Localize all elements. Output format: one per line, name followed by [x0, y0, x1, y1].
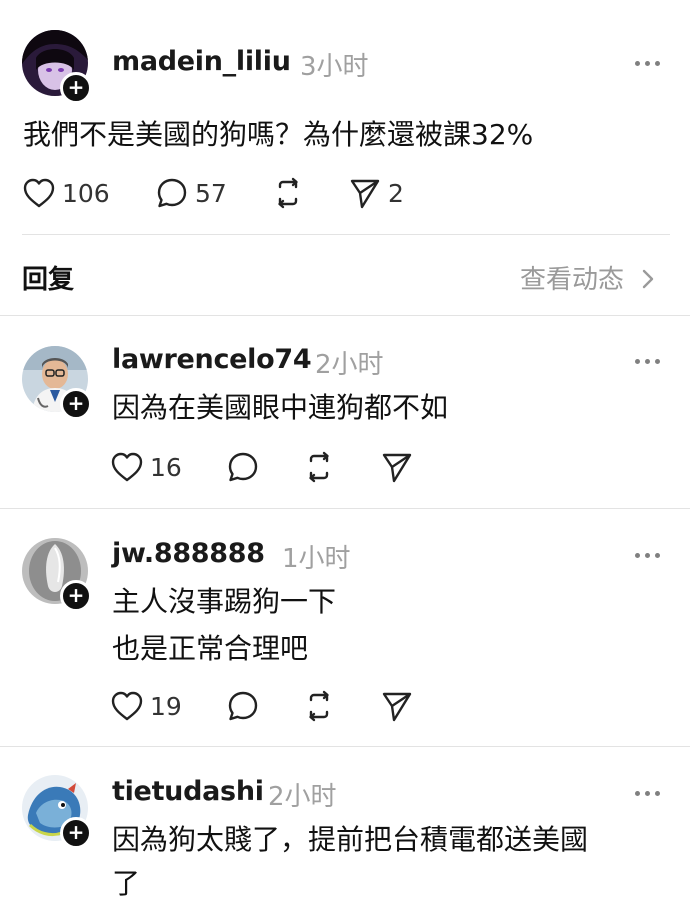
comment-icon — [228, 452, 258, 482]
heart-icon — [111, 691, 143, 721]
send-icon — [382, 692, 412, 722]
send-button[interactable] — [380, 686, 414, 726]
reply-timestamp: 1小时 — [282, 544, 351, 574]
reply-username[interactable]: lawrencelo74 — [112, 344, 312, 375]
heart-icon — [111, 452, 143, 482]
post-username[interactable]: madein_liliu — [112, 46, 291, 77]
comment-icon — [157, 178, 187, 208]
reply-text: 了 — [112, 867, 141, 900]
more-options-icon[interactable] — [635, 356, 665, 366]
reply-text: 也是正常合理吧 — [112, 632, 309, 665]
send-button[interactable] — [380, 447, 414, 487]
avatar[interactable]: + — [22, 538, 92, 612]
reply-text: 因為在美國眼中連狗都不如 — [112, 391, 449, 424]
comment-button[interactable] — [226, 447, 260, 487]
view-activity-label: 查看动态 — [520, 265, 625, 295]
repost-button[interactable] — [302, 686, 336, 726]
avatar[interactable]: + — [22, 30, 92, 104]
follow-plus-icon[interactable]: + — [60, 580, 92, 612]
reply-text: 主人沒事踢狗一下 — [112, 585, 337, 618]
chevron-right-icon — [643, 269, 654, 289]
follow-plus-icon[interactable]: + — [60, 388, 92, 420]
view-activity-link[interactable]: 查看动态 — [520, 259, 658, 296]
avatar[interactable]: + — [22, 346, 92, 420]
send-button[interactable]: 2 — [348, 173, 404, 213]
like-button[interactable]: 106 — [22, 173, 110, 213]
post-text: 我們不是美國的狗嗎？為什麼還被課32% — [23, 118, 534, 151]
like-button[interactable]: 19 — [110, 686, 182, 726]
repost-icon — [309, 451, 329, 483]
reply-timestamp: 2小时 — [315, 350, 384, 380]
follow-plus-icon[interactable]: + — [60, 72, 92, 104]
send-icon — [382, 453, 412, 483]
more-options-icon[interactable] — [635, 788, 665, 798]
heart-icon — [23, 178, 55, 208]
reply-username[interactable]: tietudashi — [112, 776, 264, 807]
share-count: 2 — [388, 178, 404, 208]
repost-button[interactable] — [302, 447, 336, 487]
reply-timestamp: 2小时 — [268, 782, 337, 812]
more-options-icon[interactable] — [635, 550, 665, 560]
divider — [22, 234, 670, 235]
post-timestamp: 3小时 — [300, 52, 369, 82]
follow-plus-icon[interactable]: + — [60, 817, 92, 849]
send-icon — [350, 179, 380, 209]
comment-button[interactable] — [226, 686, 260, 726]
like-count: 19 — [150, 691, 182, 721]
comment-icon — [228, 691, 258, 721]
divider — [0, 315, 690, 316]
reply-username[interactable]: jw.888888 — [112, 538, 265, 569]
comment-button[interactable]: 57 — [155, 173, 227, 213]
repost-button[interactable] — [271, 173, 305, 213]
reply-text: 因為狗太賤了，提前把台積電都送美國 — [112, 823, 589, 856]
more-options-icon[interactable] — [635, 58, 665, 68]
comment-count: 57 — [195, 178, 227, 208]
like-count: 16 — [150, 452, 182, 482]
avatar[interactable]: + — [22, 775, 92, 849]
divider — [0, 746, 690, 747]
repost-icon — [278, 177, 298, 209]
repost-icon — [309, 690, 329, 722]
replies-header: 回复 — [22, 265, 75, 295]
like-count: 106 — [62, 178, 110, 208]
divider — [0, 508, 690, 509]
like-button[interactable]: 16 — [110, 447, 182, 487]
